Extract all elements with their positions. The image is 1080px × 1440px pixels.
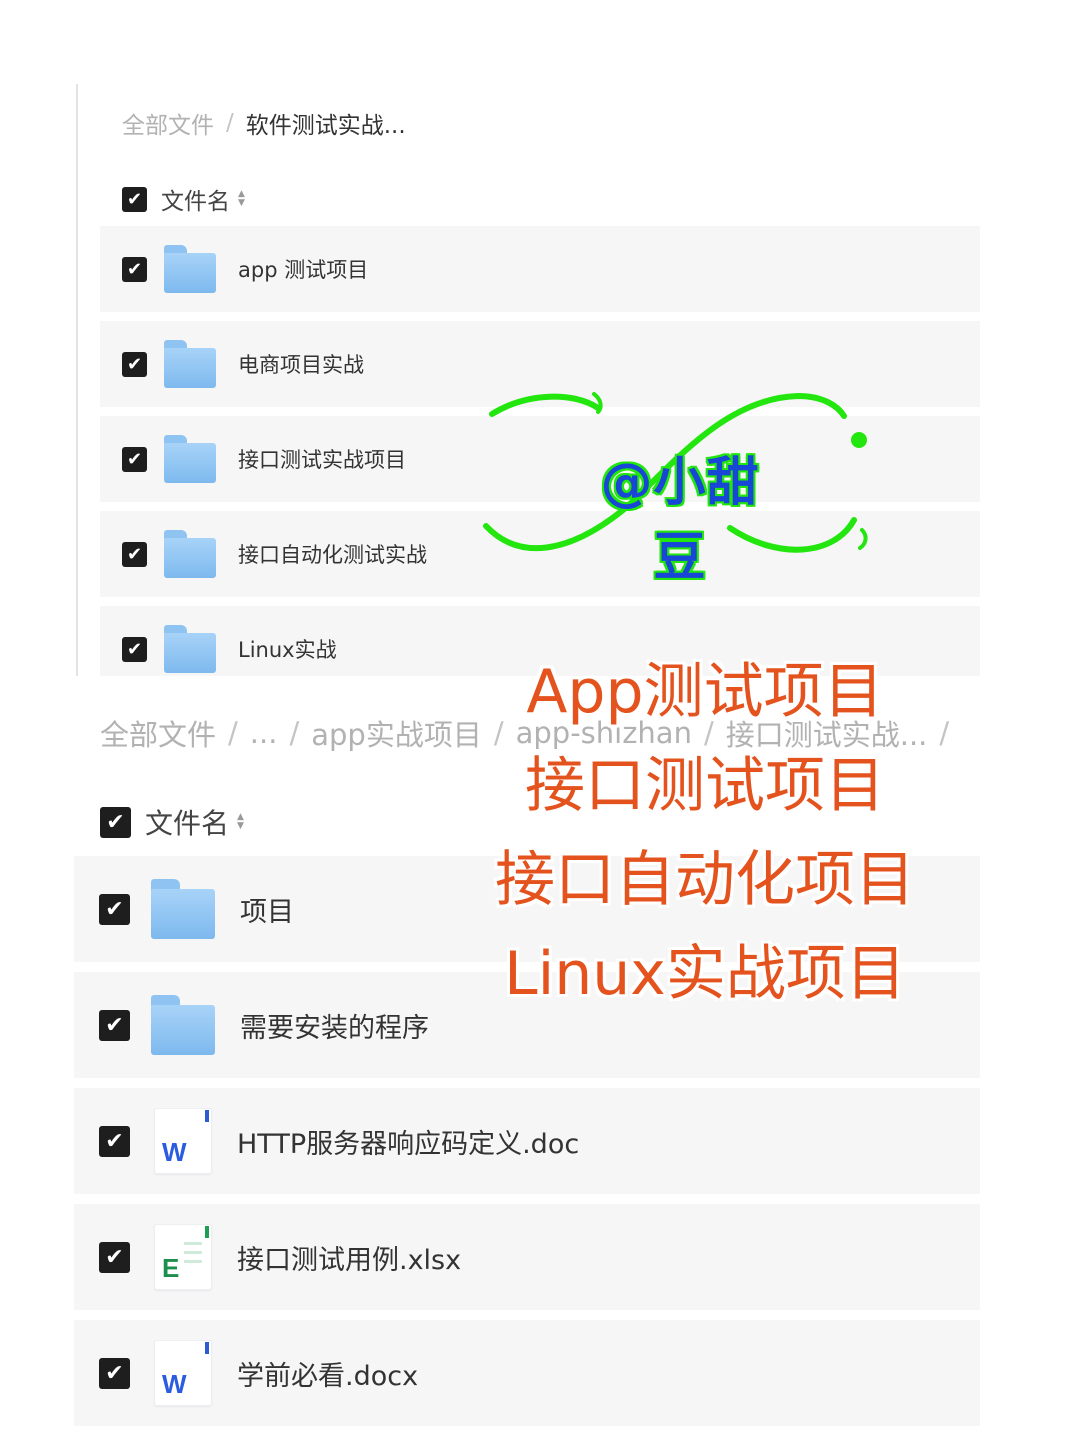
file-name[interactable]: 接口测试用例.xlsx xyxy=(237,1238,461,1277)
folder-icon xyxy=(151,879,215,939)
file-name[interactable]: 项目 xyxy=(240,890,294,929)
sort-icon[interactable]: ▲ ▼ xyxy=(237,813,244,831)
row-checkbox[interactable]: ✔ xyxy=(99,893,130,925)
file-name[interactable]: 学前必看.docx xyxy=(237,1354,418,1393)
overlay-line: 接口测试项目 xyxy=(525,751,885,821)
folder-icon xyxy=(164,340,216,388)
row-checkbox[interactable]: ✔ xyxy=(122,256,147,282)
file-name[interactable]: app 测试项目 xyxy=(238,254,368,284)
sort-down-icon: ▼ xyxy=(238,198,245,208)
file-name[interactable]: 电商项目实战 xyxy=(238,349,364,379)
breadcrumb-item-current: 软件测试实战... xyxy=(245,113,406,139)
column-header: ✔ 文件名 ▲ ▼ xyxy=(100,802,244,842)
row-checkbox[interactable]: ✔ xyxy=(122,351,147,377)
word-doc-icon: W xyxy=(154,1340,212,1406)
row-checkbox[interactable]: ✔ xyxy=(122,541,147,567)
select-all-checkbox[interactable]: ✔ xyxy=(122,186,147,212)
row-checkbox[interactable]: ✔ xyxy=(99,1241,130,1273)
column-header-filename[interactable]: 文件名 xyxy=(145,802,229,842)
breadcrumb-separator: / xyxy=(939,716,950,750)
breadcrumb-separator: / xyxy=(228,716,238,750)
breadcrumb-item-all-files[interactable]: 全部文件 xyxy=(100,712,216,754)
overlay-line: App测试项目 xyxy=(526,657,884,727)
file-panel-top: 全部文件 / 软件测试实战... ✔ 文件名 ▲ ▼ ✔ app 测试项目 ✔ … xyxy=(76,84,980,676)
breadcrumb-separator: / xyxy=(289,716,300,750)
folder-icon xyxy=(151,995,215,1055)
file-row[interactable]: ✔ app 测试项目 xyxy=(100,226,980,312)
row-checkbox[interactable]: ✔ xyxy=(99,1125,130,1157)
folder-icon xyxy=(164,435,216,483)
file-name[interactable]: 接口自动化测试实战 xyxy=(238,539,427,569)
word-letter: W xyxy=(162,1137,187,1167)
overlay-caption: App测试项目 接口测试项目 接口自动化项目 Linux实战项目 xyxy=(470,652,940,1028)
breadcrumb-item-app-projects[interactable]: app实战项目 xyxy=(311,712,482,754)
row-checkbox[interactable]: ✔ xyxy=(122,446,147,472)
folder-icon xyxy=(164,530,216,578)
row-checkbox[interactable]: ✔ xyxy=(99,1357,130,1389)
folder-icon xyxy=(164,245,216,293)
word-letter: W xyxy=(162,1369,187,1399)
file-row[interactable]: ✔ E 接口测试用例.xlsx xyxy=(74,1204,980,1310)
breadcrumb: 全部文件 / 软件测试实战... xyxy=(122,106,406,140)
breadcrumb-item-ellipsis[interactable]: ... xyxy=(250,716,278,750)
excel-letter: E xyxy=(162,1253,180,1283)
sort-down-icon: ▼ xyxy=(237,821,244,831)
file-name[interactable]: 需要安装的程序 xyxy=(240,1006,429,1045)
file-name[interactable]: HTTP服务器响应码定义.doc xyxy=(237,1122,579,1161)
overlay-line: Linux实战项目 xyxy=(504,939,906,1009)
row-checkbox[interactable]: ✔ xyxy=(122,636,147,662)
row-checkbox[interactable]: ✔ xyxy=(99,1009,130,1041)
file-row[interactable]: ✔ W HTTP服务器响应码定义.doc xyxy=(74,1088,980,1194)
folder-icon xyxy=(164,625,216,673)
breadcrumb-item-all-files[interactable]: 全部文件 xyxy=(122,106,214,140)
word-doc-icon: W xyxy=(154,1108,212,1174)
select-all-checkbox[interactable]: ✔ xyxy=(100,806,131,838)
breadcrumb-separator: / xyxy=(226,110,234,136)
excel-doc-icon: E xyxy=(154,1224,212,1290)
file-name[interactable]: 接口测试实战项目 xyxy=(238,444,406,474)
watermark-text: @小甜豆 xyxy=(600,453,760,588)
sort-icon[interactable]: ▲ ▼ xyxy=(238,190,245,208)
file-name[interactable]: Linux实战 xyxy=(238,634,337,664)
watermark-logo: @小甜豆 xyxy=(478,388,878,588)
column-header: ✔ 文件名 ▲ ▼ xyxy=(122,182,245,216)
overlay-line: 接口自动化项目 xyxy=(495,845,915,915)
file-row[interactable]: ✔ W 学前必看.docx xyxy=(74,1320,980,1426)
column-header-filename[interactable]: 文件名 xyxy=(161,182,230,216)
